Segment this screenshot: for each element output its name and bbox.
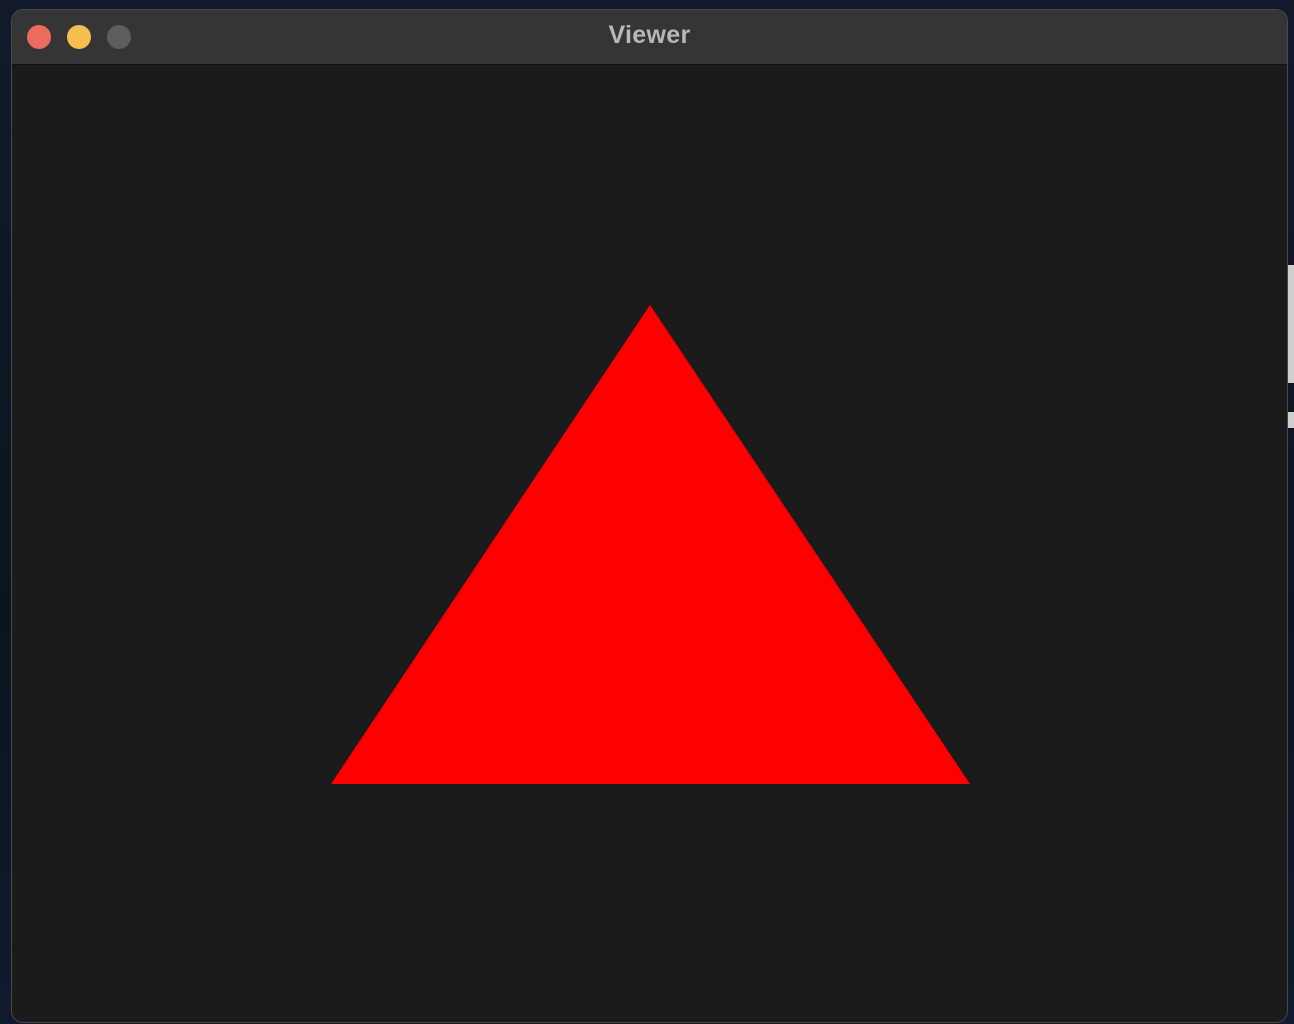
- red-triangle: [331, 305, 970, 784]
- viewer-window: Viewer: [11, 9, 1288, 1023]
- background-window-edge-lower: [1288, 412, 1294, 428]
- window-title: Viewer: [608, 21, 691, 49]
- render-viewport[interactable]: [12, 65, 1287, 1022]
- title-bar[interactable]: Viewer: [12, 10, 1287, 65]
- background-window-edge: [1288, 265, 1294, 383]
- render-canvas: [331, 305, 970, 784]
